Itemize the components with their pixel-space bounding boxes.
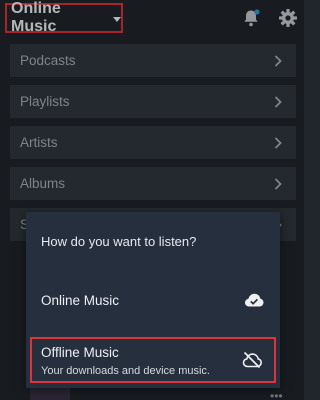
dialog-title: How do you want to listen? bbox=[41, 234, 197, 249]
offline-music-label: Offline Music bbox=[41, 345, 119, 360]
online-music-option[interactable]: Online Music bbox=[26, 278, 280, 322]
offline-music-description: Your downloads and device music. bbox=[41, 365, 210, 377]
cloud-check-icon bbox=[245, 293, 264, 307]
offline-music-option[interactable]: Offline Music Your downloads and device … bbox=[30, 337, 276, 383]
online-music-label: Online Music bbox=[41, 292, 120, 308]
cloud-off-icon bbox=[242, 351, 262, 369]
listen-mode-dialog: How do you want to listen? Online Music … bbox=[26, 212, 280, 388]
